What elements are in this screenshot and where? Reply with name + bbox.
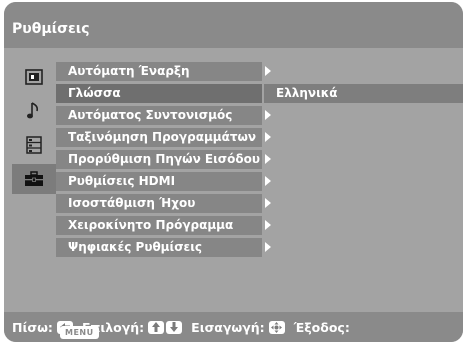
menu-item-label: Αυτόματη Έναρξη (56, 62, 262, 81)
menu-item-label: Ισοστάθμιση Ήχου (56, 194, 262, 213)
toolbox-icon (25, 171, 43, 186)
menu-item-digital-settings[interactable]: Ψηφιακές Ρυθμίσεις (56, 238, 463, 257)
settings-body: Αυτόματη Έναρξη Γλώσσα Ελληνικά Αυτόματο… (4, 48, 463, 312)
enter-label: Εισαγωγή: (191, 319, 265, 335)
menu-item-language[interactable]: Γλώσσα Ελληνικά (56, 84, 463, 103)
menu-key-badge: MENU (60, 326, 99, 339)
submenu-arrow-icon (265, 154, 271, 164)
submenu-arrow-icon (265, 66, 271, 76)
submenu-arrow-icon (265, 110, 271, 120)
title-bar: Ρυθμίσεις (4, 2, 463, 48)
exit-label: Έξοδος: (293, 319, 350, 335)
menu-item-programme-sorting[interactable]: Ταξινόμηση Προγραμμάτων (56, 128, 463, 147)
language-value[interactable]: Ελληνικά (264, 84, 463, 103)
window-title: Ρυθμίσεις (12, 21, 90, 37)
menu-item-label: Αυτόματος Συντονισμός (56, 106, 262, 125)
enter-key-icon (268, 320, 285, 334)
menu-item-sound-equalizer[interactable]: Ισοστάθμιση Ήχου (56, 194, 463, 213)
channel-list-icon (26, 136, 42, 154)
music-note-icon (27, 102, 39, 119)
key-guide-bar: Πίσω: Επιλογή: Εισαγωγή: Έξοδος: MENU (4, 312, 463, 342)
back-label: Πίσω: (12, 319, 53, 335)
menu-item-hdmi-settings[interactable]: Ρυθμίσεις HDMI (56, 172, 463, 191)
menu-item-label: Προρύθμιση Πηγών Εισόδου (56, 150, 262, 169)
submenu-arrow-icon (265, 242, 271, 252)
menu-item-auto-tuning[interactable]: Αυτόματος Συντονισμός (56, 106, 463, 125)
up-arrow-key-icon (148, 320, 165, 334)
menu-item-label: Γλώσσα (56, 84, 262, 103)
exit-hint: Έξοδος: MENU (60, 319, 350, 339)
category-setup[interactable] (12, 164, 56, 194)
down-arrow-key-icon (166, 320, 183, 334)
menu-item-auto-start[interactable]: Αυτόματη Έναρξη (56, 62, 463, 81)
submenu-arrow-icon (265, 132, 271, 142)
category-picture[interactable] (12, 62, 56, 92)
menu-item-input-preset[interactable]: Προρύθμιση Πηγών Εισόδου (56, 150, 463, 169)
category-channels[interactable] (12, 130, 56, 160)
submenu-arrow-icon (265, 220, 271, 230)
submenu-arrow-icon (265, 176, 271, 186)
settings-window: Ρυθμίσεις Αυτόματη Έναρξη Γλώσσα Ελληνικ… (4, 2, 463, 342)
menu-item-label: Χειροκίνητο Πρόγραμμα (56, 216, 262, 235)
menu-item-label: Ψηφιακές Ρυθμίσεις (56, 238, 262, 257)
category-sound[interactable] (12, 96, 56, 126)
picture-icon (25, 69, 43, 85)
menu-item-label: Ρυθμίσεις HDMI (56, 172, 262, 191)
enter-hint: Εισαγωγή: (191, 320, 285, 335)
menu-item-manual-programme[interactable]: Χειροκίνητο Πρόγραμμα (56, 216, 463, 235)
menu-item-label: Ταξινόμηση Προγραμμάτων (56, 128, 262, 147)
submenu-arrow-icon (265, 198, 271, 208)
